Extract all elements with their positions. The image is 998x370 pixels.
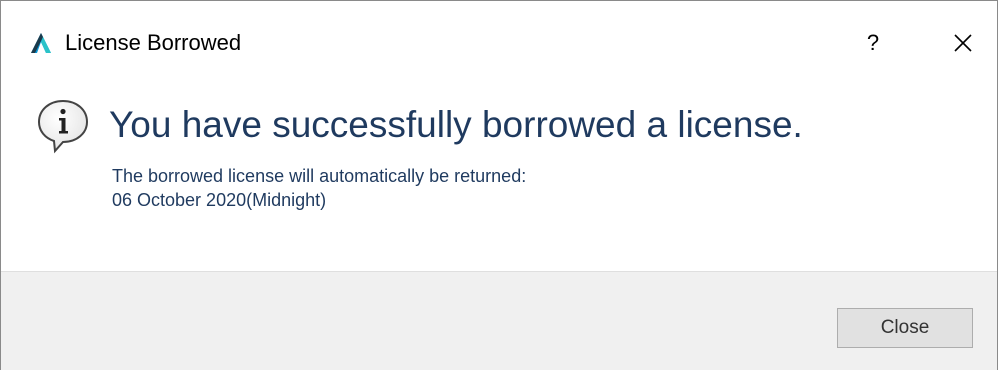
- autodesk-logo-icon: [29, 31, 53, 55]
- window-title: License Borrowed: [65, 30, 242, 55]
- message-area: You have successfully borrowed a license…: [1, 85, 997, 271]
- close-icon: [943, 34, 983, 67]
- return-notice: The borrowed license will automatically …: [112, 166, 527, 186]
- help-button[interactable]: ?: [853, 23, 893, 63]
- window-close-button[interactable]: [943, 23, 983, 63]
- button-bar: Close: [1, 271, 997, 370]
- title-bar: License Borrowed ?: [1, 1, 997, 85]
- license-borrowed-dialog: License Borrowed ? You have successfully…: [0, 0, 998, 370]
- close-button[interactable]: Close: [837, 308, 973, 348]
- return-date: 06 October 2020(Midnight): [112, 190, 327, 210]
- headline-message: You have successfully borrowed a license…: [109, 104, 803, 145]
- info-icon: [35, 97, 91, 157]
